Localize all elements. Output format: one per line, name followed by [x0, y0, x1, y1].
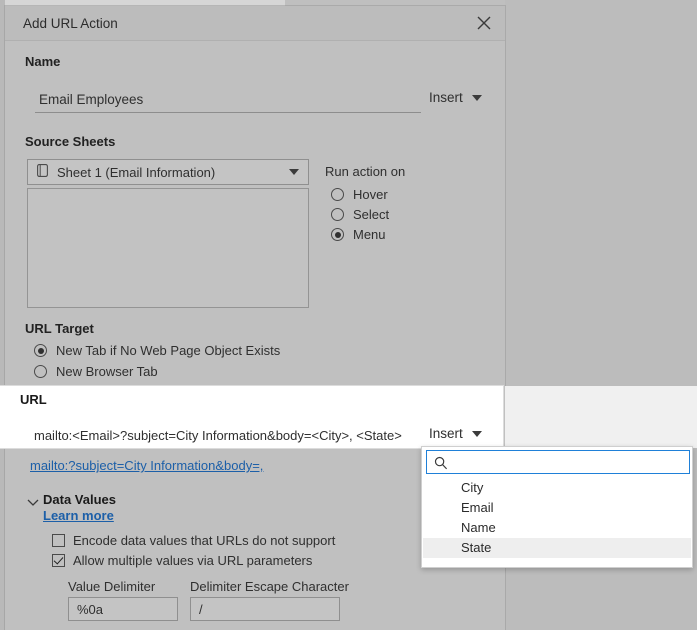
url-target-new-browser-tab-label: New Browser Tab [56, 364, 158, 379]
delimiter-escape-label: Delimiter Escape Character [190, 579, 349, 594]
run-action-on-label: Run action on [325, 164, 406, 179]
checkbox-allow-multiple-label: Allow multiple values via URL parameters [73, 553, 313, 568]
delimiter-escape-input[interactable] [190, 597, 340, 621]
name-section-label: Name [25, 54, 61, 69]
name-input[interactable] [35, 88, 421, 113]
run-action-select-label: Select [353, 207, 390, 222]
source-sheet-select[interactable]: Sheet 1 (Email Information) [27, 159, 309, 185]
insert-field-dropdown: City Email Name State [421, 446, 693, 568]
dialog-title: Add URL Action [23, 16, 118, 31]
chevron-down-icon [289, 169, 299, 175]
radio-hover [331, 188, 344, 201]
checkbox-encode-box [52, 534, 65, 547]
checkbox-allow-multiple-box [52, 554, 65, 567]
run-action-option-hover[interactable]: Hover [331, 187, 388, 202]
value-delimiter-label: Value Delimiter [68, 579, 156, 594]
checkbox-encode-data-values[interactable]: Encode data values that URLs do not supp… [52, 533, 335, 548]
dropdown-item-email[interactable]: Email [423, 498, 691, 518]
learn-more-link[interactable]: Learn more [43, 508, 114, 523]
close-icon[interactable] [473, 12, 495, 34]
dropdown-item-city[interactable]: City [423, 478, 691, 498]
dropdown-search-input[interactable] [453, 453, 689, 474]
url-preview-link[interactable]: mailto:?subject=City Information&body=, [30, 458, 263, 473]
url-band-backdrop [505, 386, 697, 448]
dropdown-option-list: City Email Name State [423, 478, 691, 558]
run-action-option-menu[interactable]: Menu [331, 227, 386, 242]
name-insert-label: Insert [429, 90, 463, 105]
url-input[interactable] [30, 424, 416, 448]
url-target-option-new-browser-tab[interactable]: New Browser Tab [34, 364, 158, 379]
run-action-hover-label: Hover [353, 187, 388, 202]
checkbox-allow-multiple-values[interactable]: Allow multiple values via URL parameters [52, 553, 312, 568]
chevron-down-icon [471, 94, 482, 101]
data-values-title: Data Values [43, 492, 116, 507]
run-action-menu-label: Menu [353, 227, 386, 242]
checkbox-encode-label: Encode data values that URLs do not supp… [73, 533, 336, 548]
url-target-new-tab-label: New Tab if No Web Page Object Exists [56, 343, 281, 358]
radio-menu [331, 228, 344, 241]
source-sheets-listbox[interactable] [27, 188, 309, 308]
run-action-option-select[interactable]: Select [331, 207, 389, 222]
radio-new-browser-tab [34, 365, 47, 378]
url-target-label: URL Target [25, 321, 94, 336]
url-insert-label: Insert [429, 426, 463, 441]
value-delimiter-input[interactable] [68, 597, 178, 621]
dropdown-item-name[interactable]: Name [423, 518, 691, 538]
dropdown-search-box[interactable] [426, 450, 690, 474]
chevron-down-icon [471, 430, 482, 437]
dropdown-item-state[interactable]: State [423, 538, 691, 558]
search-icon [434, 456, 448, 473]
radio-select [331, 208, 344, 221]
name-insert-button[interactable]: Insert [429, 90, 482, 105]
radio-new-tab-if-no-web-page-object [34, 344, 47, 357]
url-target-option-new-tab[interactable]: New Tab if No Web Page Object Exists [34, 343, 280, 358]
dialog-titlebar: Add URL Action [5, 6, 505, 41]
chevron-down-icon[interactable] [27, 495, 39, 510]
url-insert-button[interactable]: Insert [429, 426, 482, 441]
url-section-label: URL [20, 392, 47, 407]
source-sheet-name: Sheet 1 (Email Information) [57, 164, 216, 180]
source-sheets-label: Source Sheets [25, 134, 116, 149]
worksheet-icon [37, 164, 48, 180]
